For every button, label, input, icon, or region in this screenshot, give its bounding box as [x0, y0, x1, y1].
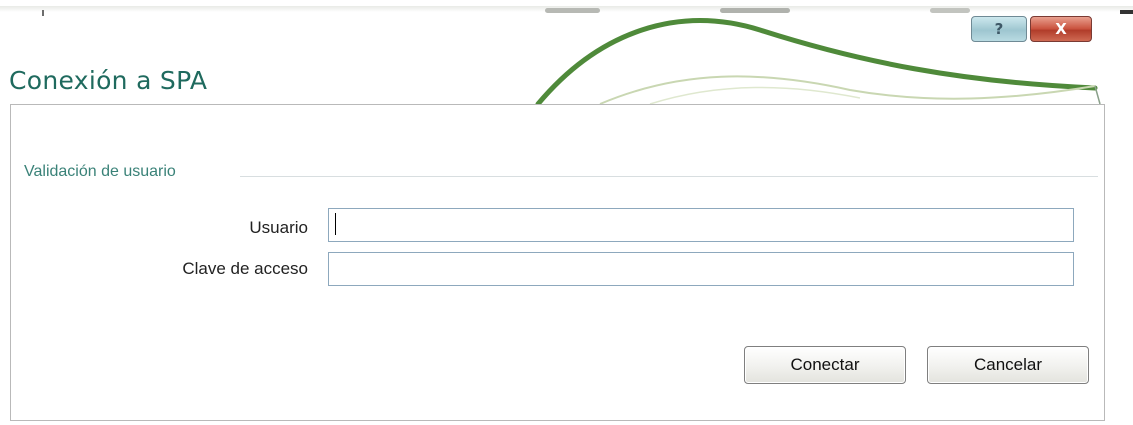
group-label-user-validation: Validación de usuario [24, 163, 176, 180]
close-icon: X [1055, 20, 1067, 38]
username-label: Usuario [249, 218, 308, 237]
top-strip-shade [545, 8, 600, 13]
dialog-title: Conexión a SPA [9, 66, 208, 95]
password-label: Clave de acceso [182, 259, 308, 278]
top-strip-shade [930, 8, 970, 13]
username-input[interactable] [328, 208, 1074, 242]
help-icon: ? [994, 20, 1004, 38]
close-button[interactable]: X [1030, 16, 1092, 42]
title-bar-buttons: ? X [971, 16, 1092, 42]
cancel-button[interactable]: Cancelar [927, 346, 1089, 384]
group-divider [240, 176, 1098, 177]
help-button[interactable]: ? [971, 16, 1027, 42]
text-caret [335, 213, 336, 235]
connect-button[interactable]: Conectar [744, 346, 906, 384]
top-strip-shade [720, 8, 790, 13]
password-input[interactable] [328, 252, 1074, 286]
window-top-strip [0, 0, 1133, 16]
top-strip-mark [42, 10, 44, 16]
